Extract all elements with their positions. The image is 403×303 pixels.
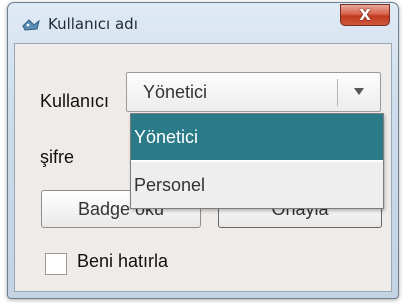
close-button[interactable]: X [340,4,390,26]
login-window: Kullanıcı adı X Kullanıcı Yönetici şifre… [7,2,399,299]
password-label: şifre [40,147,75,167]
remember-me-label: Beni hatırla [77,251,169,271]
user-role-select[interactable]: Yönetici [126,72,381,112]
dialog-body: Kullanıcı Yönetici şifre Badge oku Onayl… [14,43,392,292]
role-dropdown-list: Yönetici Personel [130,113,384,209]
remember-me-checkbox[interactable] [45,253,67,275]
user-label: Kullanıcı [40,91,110,111]
app-icon [22,19,40,31]
title-bar[interactable]: Kullanıcı adı X [8,3,398,43]
dropdown-option-personel[interactable]: Personel [131,162,383,208]
user-role-value: Yönetici [143,82,208,102]
window-title: Kullanıcı adı [48,15,138,33]
triangle-down-icon[interactable] [338,73,380,111]
close-icon: X [359,6,371,24]
dropdown-option-yonetici[interactable]: Yönetici [131,114,383,160]
